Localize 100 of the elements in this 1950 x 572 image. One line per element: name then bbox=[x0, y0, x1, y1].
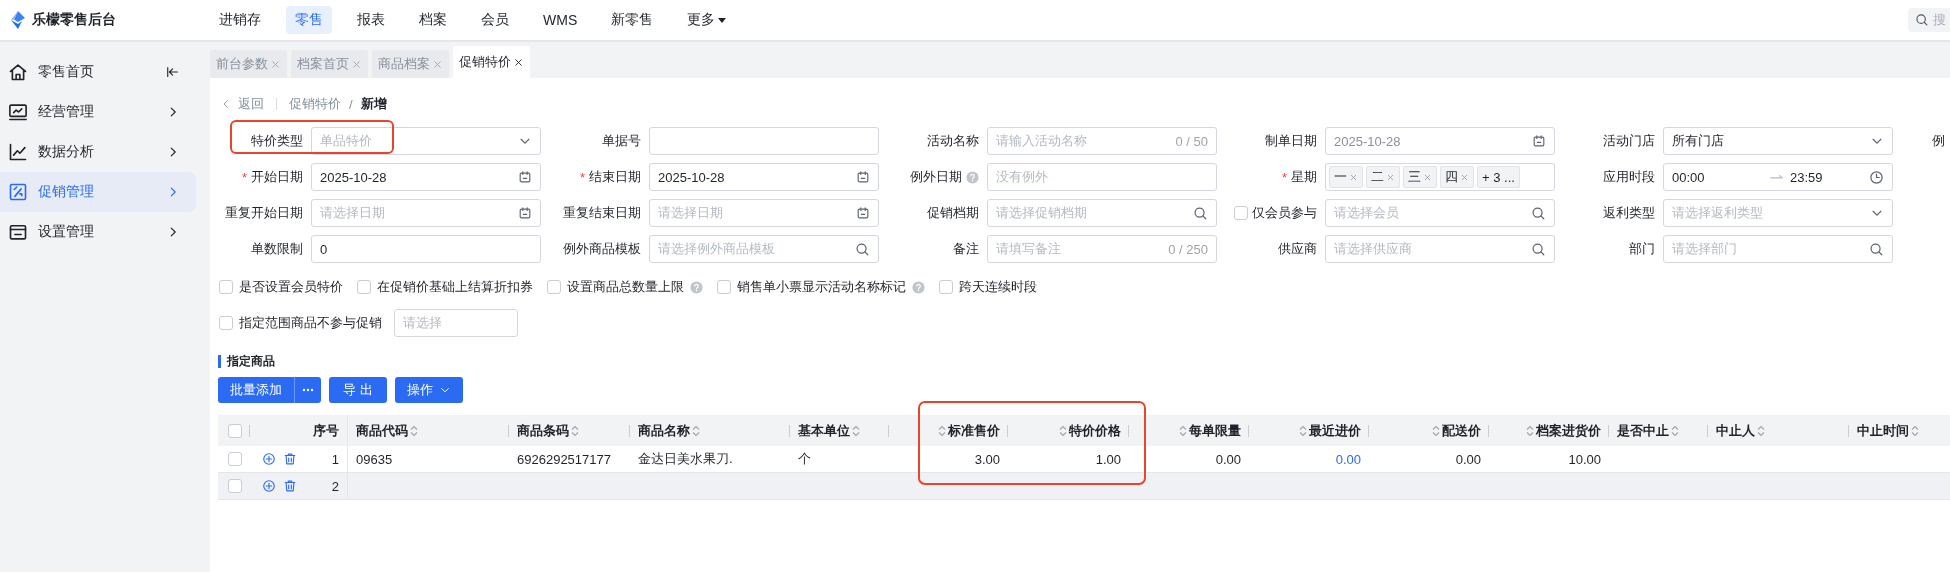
trash-icon[interactable] bbox=[283, 479, 297, 493]
home-icon bbox=[8, 62, 28, 82]
nav-item[interactable]: 报表 bbox=[348, 6, 394, 34]
table-link[interactable]: 0.00 bbox=[1335, 451, 1361, 467]
sort-icon[interactable] bbox=[938, 424, 946, 437]
column-header: 档案进货价 bbox=[1536, 421, 1601, 440]
char-counter: 0 / 50 bbox=[1175, 133, 1208, 149]
sort-icon[interactable] bbox=[852, 424, 860, 437]
checkbox[interactable] bbox=[228, 479, 242, 493]
close-icon[interactable] bbox=[513, 56, 524, 68]
sort-icon[interactable] bbox=[1671, 424, 1679, 437]
field-label: 返利类型 bbox=[1602, 204, 1655, 222]
field-label: 星期 bbox=[1291, 168, 1317, 186]
breadcrumb-item: 新增 bbox=[360, 95, 387, 113]
add-icon[interactable] bbox=[262, 479, 276, 493]
search-icon bbox=[1915, 13, 1929, 27]
checkbox[interactable] bbox=[547, 280, 561, 294]
nav-item[interactable]: 更多 bbox=[678, 6, 736, 34]
nav-item[interactable]: WMS bbox=[534, 6, 587, 34]
sort-icon[interactable] bbox=[410, 424, 418, 437]
coupon-icon bbox=[8, 182, 28, 202]
nav-item[interactable]: 新零售 bbox=[602, 6, 663, 34]
sidebar-item[interactable]: 零售首页 bbox=[0, 52, 196, 92]
column-header: 基本单位 bbox=[798, 421, 850, 440]
input-field[interactable]: 请填写备注 0 / 250 bbox=[987, 235, 1217, 263]
date-field[interactable]: 2025-10-28 bbox=[649, 163, 879, 191]
tag-select-field[interactable]: 一 二 三 四 + 3 ... bbox=[1325, 163, 1555, 191]
sort-icon[interactable] bbox=[1757, 424, 1765, 437]
row-number: 2 bbox=[331, 478, 339, 494]
field-label: 部门 bbox=[1628, 240, 1655, 258]
add-icon[interactable] bbox=[262, 452, 276, 466]
tab[interactable]: 档案首页 bbox=[291, 50, 368, 78]
sidebar-item[interactable]: 促销管理 bbox=[0, 172, 196, 212]
sort-icon[interactable] bbox=[1299, 424, 1307, 437]
sort-icon[interactable] bbox=[692, 424, 700, 437]
folder-icon bbox=[8, 222, 28, 242]
export-button[interactable]: 导 出 bbox=[329, 377, 387, 403]
required-mark: * bbox=[579, 169, 585, 185]
sort-icon[interactable] bbox=[1911, 424, 1919, 437]
sidebar-item[interactable]: 数据分析 bbox=[0, 132, 196, 172]
sort-icon[interactable] bbox=[1526, 424, 1534, 437]
weekday-tag[interactable]: 一 bbox=[1329, 166, 1363, 188]
sort-icon[interactable] bbox=[571, 424, 579, 437]
checkbox[interactable] bbox=[219, 280, 233, 294]
sidebar-item[interactable]: 设置管理 bbox=[0, 212, 196, 252]
actions-button[interactable]: 操作 bbox=[394, 377, 463, 403]
sort-icon[interactable] bbox=[1059, 424, 1067, 437]
nav-item[interactable]: 档案 bbox=[410, 6, 456, 34]
weekday-tag[interactable]: 四 bbox=[1440, 166, 1474, 188]
nav-item[interactable]: 零售 bbox=[286, 6, 332, 34]
input-field[interactable] bbox=[649, 127, 879, 155]
input-field[interactable]: 0 bbox=[311, 235, 541, 263]
app-title: 乐檬零售后台 bbox=[32, 11, 116, 29]
column-header: 每单限量 bbox=[1189, 421, 1241, 440]
sort-icon[interactable] bbox=[1432, 424, 1440, 437]
checkbox[interactable] bbox=[357, 280, 371, 294]
checkbox-label: 设置商品总数量上限 bbox=[567, 278, 684, 296]
field-label: 例 bbox=[1931, 132, 1946, 150]
checkbox[interactable] bbox=[228, 423, 242, 438]
sidebar-item[interactable]: 经营管理 bbox=[0, 92, 196, 132]
calendar-icon bbox=[1532, 134, 1546, 148]
weekday-tag[interactable]: 三 bbox=[1403, 166, 1437, 188]
required-mark: * bbox=[241, 169, 247, 185]
end-time[interactable]: 23:59 bbox=[1790, 169, 1863, 185]
checkbox[interactable] bbox=[717, 280, 731, 294]
tab[interactable]: 商品档案 bbox=[372, 50, 449, 78]
monitor-icon bbox=[8, 102, 28, 122]
column-header: 商品代码 bbox=[356, 421, 408, 440]
tab[interactable]: 促销特价 bbox=[453, 46, 530, 78]
time-range-field[interactable]: 00:00 23:59 bbox=[1663, 163, 1893, 191]
calendar-icon bbox=[518, 206, 532, 220]
weekday-tag[interactable]: 二 bbox=[1366, 166, 1400, 188]
date-field[interactable]: 2025-10-28 bbox=[311, 163, 541, 191]
sort-icon[interactable] bbox=[1179, 424, 1187, 437]
nav-item[interactable]: 会员 bbox=[472, 6, 518, 34]
column-header: 标准售价 bbox=[948, 421, 1000, 440]
nav-item[interactable]: 进销存 bbox=[210, 6, 270, 34]
field-label: 单据号 bbox=[601, 132, 641, 150]
input-field[interactable]: 请输入活动名称 0 / 50 bbox=[987, 127, 1217, 155]
checkbox[interactable] bbox=[219, 316, 233, 330]
trash-icon[interactable] bbox=[283, 452, 297, 466]
more-button[interactable] bbox=[294, 377, 321, 403]
back-link[interactable]: 返回 bbox=[220, 95, 264, 113]
checkbox-label: 是否设置会员特价 bbox=[239, 278, 343, 296]
more-tag[interactable]: + 3 ... bbox=[1477, 166, 1520, 188]
collapse-icon bbox=[166, 65, 180, 79]
start-time[interactable]: 00:00 bbox=[1672, 169, 1764, 185]
checkbox[interactable] bbox=[1234, 206, 1248, 220]
checkbox-label: 指定范围商品不参与促销 bbox=[239, 314, 382, 332]
checkbox[interactable] bbox=[939, 280, 953, 294]
row-number: 1 bbox=[331, 451, 339, 467]
checkbox[interactable] bbox=[228, 452, 242, 466]
select-field[interactable]: 所有门店 bbox=[1663, 127, 1893, 155]
column-header: 序号 bbox=[313, 421, 339, 440]
breadcrumb-item[interactable]: 促销特价 bbox=[289, 95, 341, 113]
required-mark: * bbox=[1281, 169, 1287, 185]
char-counter: 0 / 250 bbox=[1168, 241, 1208, 257]
checkbox-label: 销售单小票显示活动名称标记 bbox=[737, 278, 906, 296]
tab[interactable]: 前台参数 bbox=[210, 50, 287, 78]
batch-add-button[interactable]: 批量添加 bbox=[218, 377, 294, 403]
